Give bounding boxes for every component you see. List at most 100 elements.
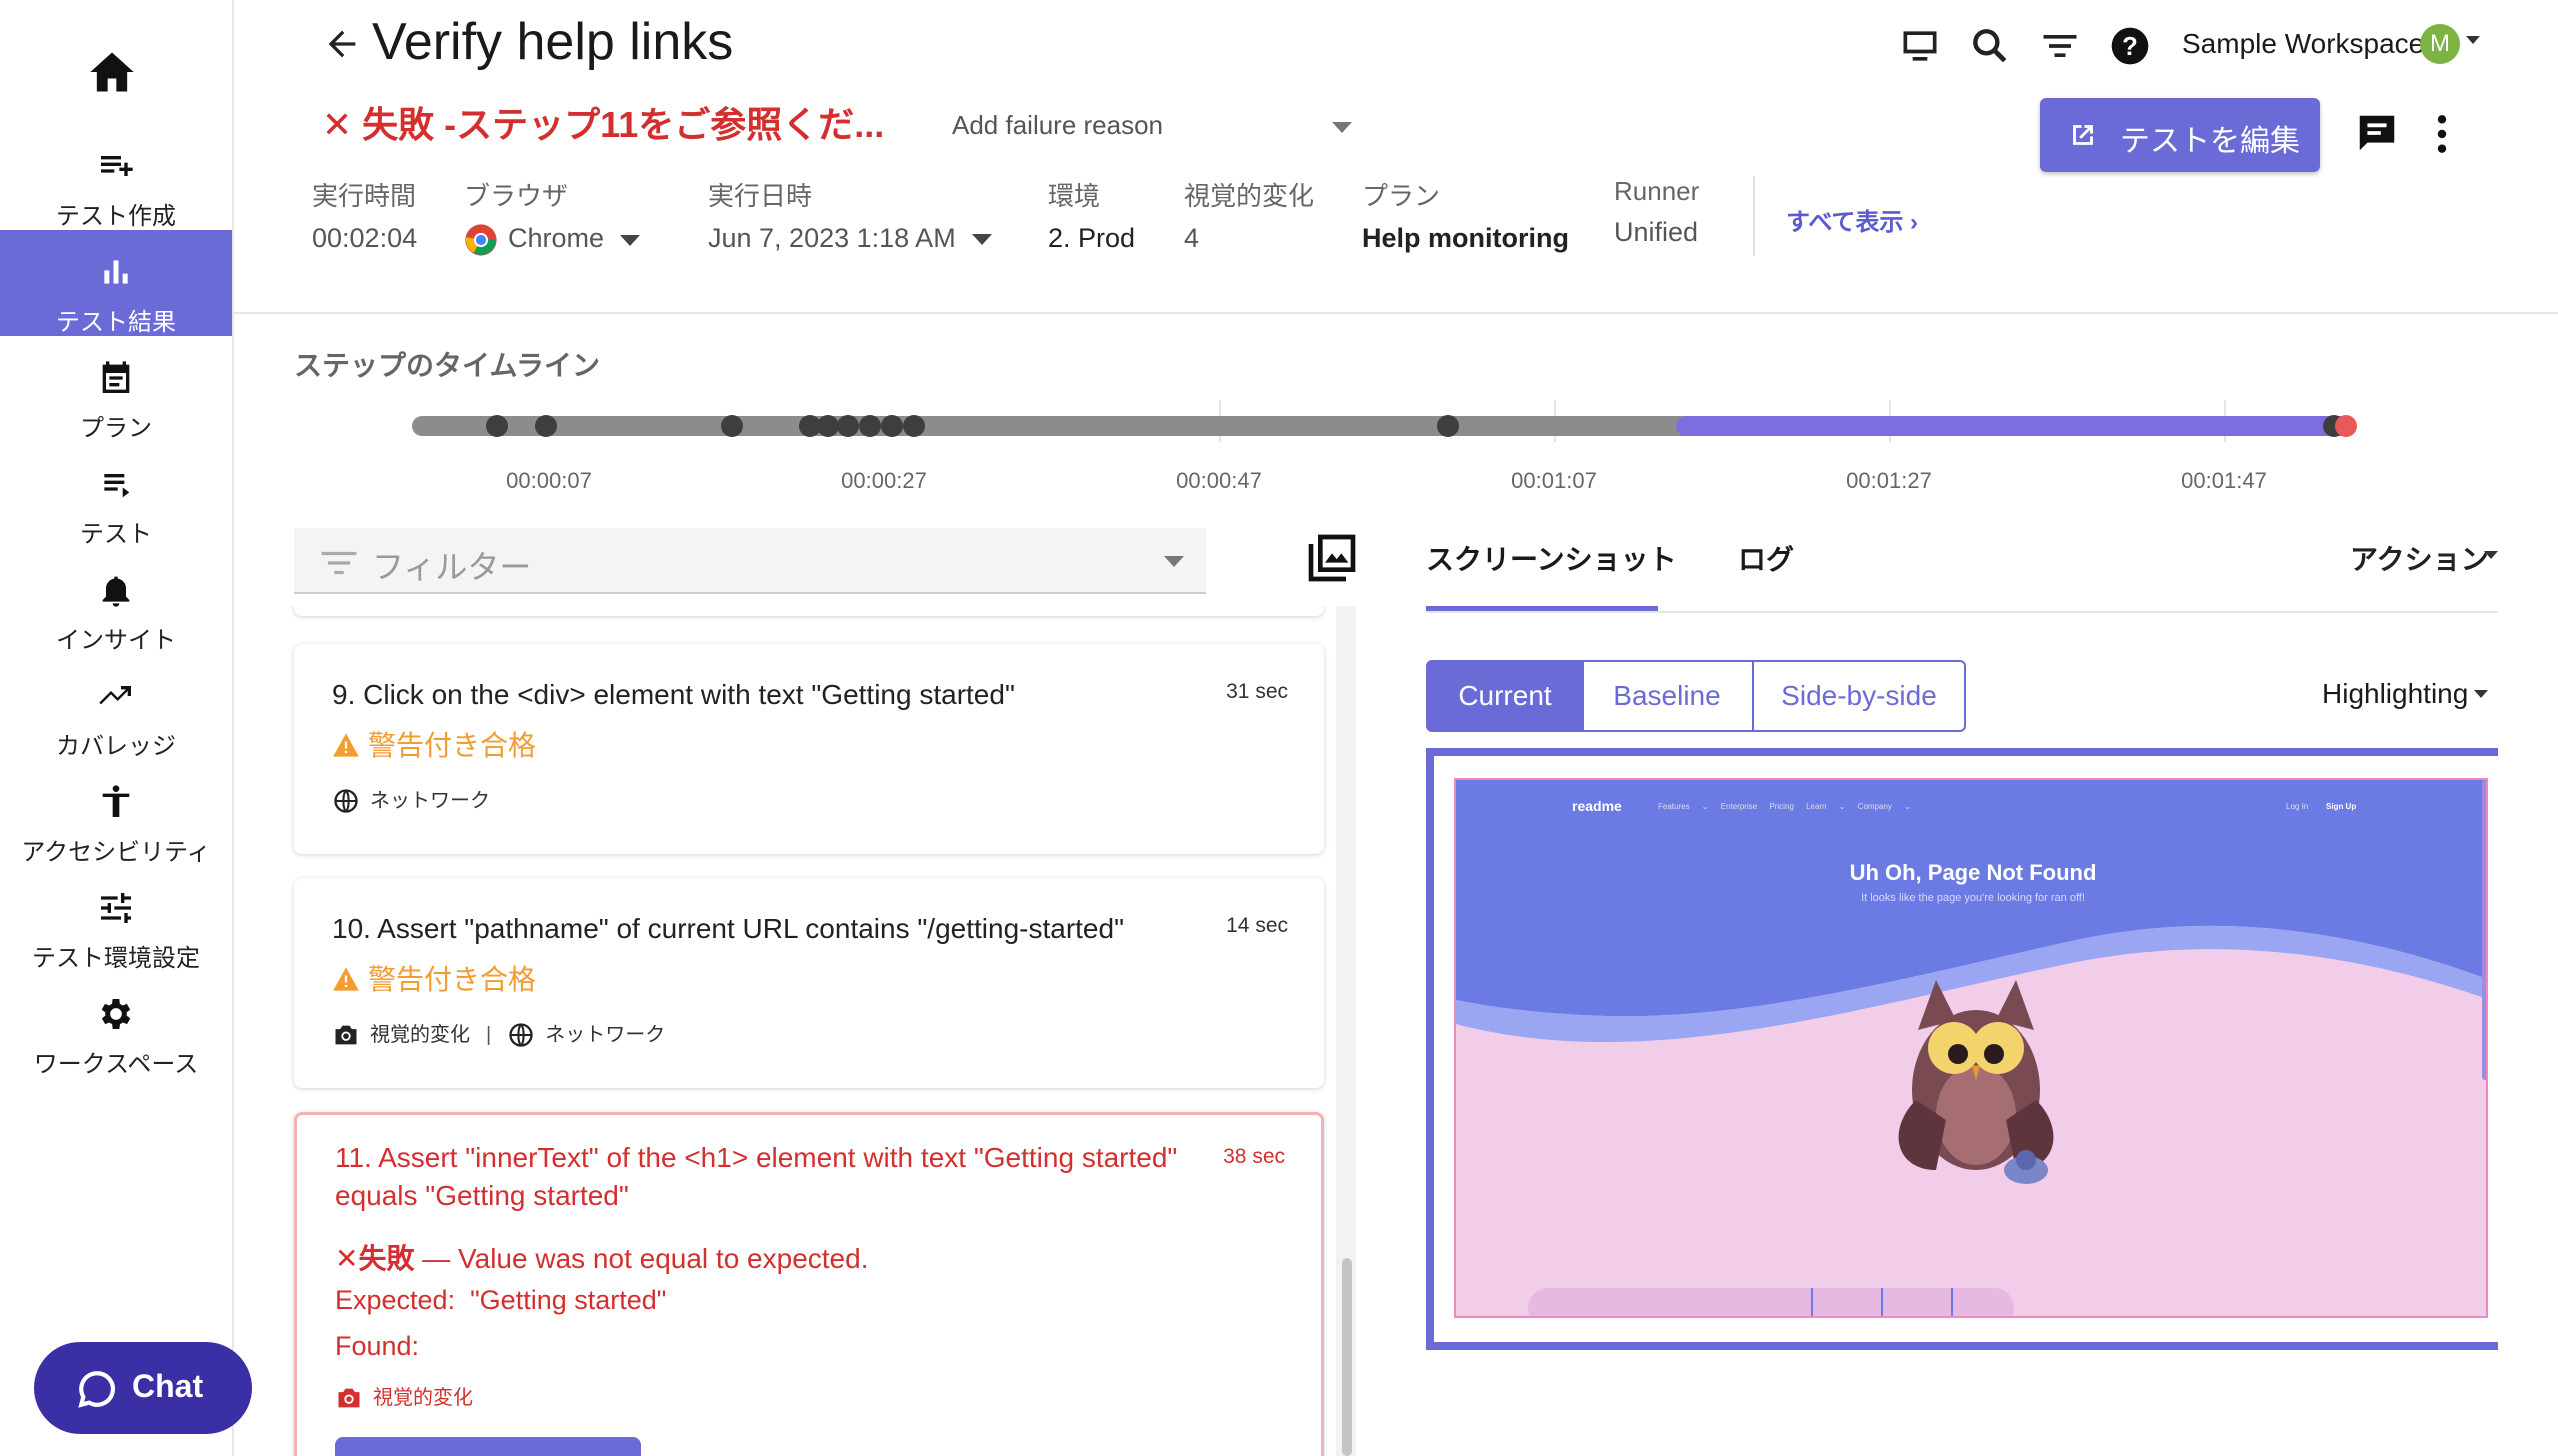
step-action-button[interactable] xyxy=(335,1437,641,1456)
globe-icon xyxy=(509,1023,533,1047)
sidebar-item-test-env[interactable]: テスト環境設定 xyxy=(0,866,232,972)
timeline-step-marker xyxy=(903,415,925,437)
scrollbar-thumb[interactable] xyxy=(1342,1258,1352,1456)
comment-icon[interactable] xyxy=(2354,110,2400,156)
monitor-icon[interactable] xyxy=(1898,24,1942,68)
expected-label: Expected: xyxy=(335,1285,456,1315)
divider xyxy=(234,312,2558,314)
action-menu[interactable]: アクション xyxy=(2350,538,2489,578)
workspace-caret-icon[interactable] xyxy=(2466,36,2480,44)
chat-label: Chat xyxy=(132,1368,204,1404)
accessibility-icon xyxy=(94,782,138,822)
meta-plan[interactable]: プラン Help monitoring xyxy=(1362,176,1569,254)
step-duration: 14 sec xyxy=(1226,914,1288,937)
filter-select[interactable]: フィルター xyxy=(294,528,1206,594)
sliders-icon xyxy=(94,888,138,928)
workspace-name[interactable]: Sample Workspace xyxy=(2182,28,2424,60)
screenshot-nav: Features ⌄ Enterprise Pricing Learn ⌄ Co… xyxy=(1658,802,1911,811)
run-date-select[interactable]: Jun 7, 2023 1:18 AM xyxy=(708,223,992,254)
status-text: 失敗 -ステップ11をご参照くだ... xyxy=(362,104,885,145)
segment-current[interactable]: Current xyxy=(1426,660,1584,732)
screenshot-login: Log In xyxy=(2286,802,2309,811)
meta-label: 実行日時 xyxy=(708,181,813,211)
timeline-step-marker xyxy=(486,415,508,437)
back-arrow-icon[interactable] xyxy=(322,24,362,64)
tab-screenshot[interactable]: スクリーンショット xyxy=(1426,538,1677,578)
timeline-progress xyxy=(1676,416,2356,436)
sidebar-item-label: ワークスペース xyxy=(33,1051,199,1078)
screenshot-image[interactable]: readme Features ⌄ Enterprise Pricing Lea… xyxy=(1454,778,2488,1318)
timeline-tick: 00:00:27 xyxy=(841,468,927,493)
fail-message: — Value was not equal to expected. xyxy=(414,1243,869,1274)
edit-test-button[interactable]: テストを編集 xyxy=(2040,98,2320,172)
segment-side-by-side[interactable]: Side-by-side xyxy=(1752,660,1966,732)
step-status-text: 警告付き合格 xyxy=(368,964,537,995)
timeline-tick: 00:00:47 xyxy=(1176,468,1262,493)
tag-visual: 視覚的変化 xyxy=(373,1387,473,1409)
divider xyxy=(1753,176,1755,256)
chrome-icon xyxy=(464,223,498,257)
sidebar-item-test-results[interactable]: テスト結果 xyxy=(0,230,232,336)
tab-log[interactable]: ログ xyxy=(1738,538,1794,578)
step-tags: ネットワーク xyxy=(332,784,490,815)
chevron-down-icon[interactable] xyxy=(1332,122,1352,133)
filter-icon[interactable] xyxy=(2038,24,2082,68)
more-vert-icon[interactable] xyxy=(2432,112,2452,156)
list-icon xyxy=(94,464,138,504)
warning-icon xyxy=(333,733,359,757)
sidebar-item-tests[interactable]: テスト xyxy=(0,442,232,548)
timeline-step-marker xyxy=(837,415,859,437)
timeline-step-marker xyxy=(535,415,557,437)
browser-select[interactable]: Chrome xyxy=(464,223,641,257)
failure-reason-select[interactable]: Add failure reason xyxy=(952,110,1163,141)
sidebar-item-insights[interactable]: インサイト xyxy=(0,548,232,654)
sidebar-item-workspace[interactable]: ワークスペース xyxy=(0,972,232,1078)
help-icon[interactable]: ? xyxy=(2108,24,2152,68)
search-icon[interactable] xyxy=(1968,24,2012,68)
home-icon[interactable] xyxy=(84,46,140,98)
step-card[interactable]: 10. Assert "pathname" of current URL con… xyxy=(294,878,1324,1088)
highlighting-select[interactable]: Highlighting xyxy=(2322,678,2468,710)
sidebar-item-create-test[interactable]: テスト作成 xyxy=(0,124,232,230)
timeline-step-marker-failed xyxy=(2335,415,2357,437)
sidebar-item-label: テスト環境設定 xyxy=(32,945,200,972)
step-title: 10. Assert "pathname" of current URL con… xyxy=(332,913,1125,944)
step-title: 9. Click on the <div> element with text … xyxy=(332,679,1015,710)
timeline-tick: 00:00:07 xyxy=(506,468,592,493)
step-card[interactable] xyxy=(294,606,1324,616)
playlist-add-icon xyxy=(94,146,138,186)
meta-visual: 視覚的変化 4 xyxy=(1184,176,1314,254)
close-icon: ✕ xyxy=(335,1243,359,1274)
filter-placeholder: フィルター xyxy=(372,549,532,585)
meta-value: 2. Prod xyxy=(1048,223,1136,253)
sidebar-item-plans[interactable]: プラン xyxy=(0,336,232,442)
sidebar-item-label: アクセシビリティ xyxy=(21,839,211,866)
photo-library-icon[interactable] xyxy=(1304,530,1360,586)
sidebar-item-label: インサイト xyxy=(56,627,176,654)
chevron-down-icon[interactable] xyxy=(2484,551,2498,559)
chat-button[interactable]: Chat xyxy=(34,1342,252,1434)
sidebar-item-coverage[interactable]: カバレッジ xyxy=(0,654,232,760)
chevron-down-icon[interactable] xyxy=(2474,690,2488,698)
avatar[interactable]: M xyxy=(2420,24,2460,64)
bell-icon xyxy=(94,570,138,610)
expected-row: Expected: "Getting started" xyxy=(335,1285,666,1316)
meta-label: 実行時間 xyxy=(312,181,417,211)
timeline-step-marker xyxy=(721,415,743,437)
close-icon: ✕ xyxy=(322,104,363,145)
meta-run-date[interactable]: 実行日時 Jun 7, 2023 1:18 AM xyxy=(708,176,992,254)
steps-list[interactable]: 9. Click on the <div> element with text … xyxy=(290,606,1330,1456)
step-timeline[interactable]: 00:00:07 00:00:27 00:00:47 00:01:07 00:0… xyxy=(400,400,2380,500)
bar-chart-icon xyxy=(94,252,138,292)
plan-link[interactable]: Help monitoring xyxy=(1362,223,1569,254)
meta-browser[interactable]: ブラウザ Chrome xyxy=(464,176,641,257)
sidebar-item-accessibility[interactable]: アクセシビリティ xyxy=(0,760,232,866)
segment-baseline[interactable]: Baseline xyxy=(1582,660,1754,732)
open-in-new-icon xyxy=(2066,118,2100,152)
tag-network: ネットワーク xyxy=(545,1024,666,1046)
show-all-link[interactable]: すべて表示 › xyxy=(1786,202,1918,237)
step-card-failed[interactable]: 11. Assert "innerText" of the <h1> eleme… xyxy=(294,1112,1324,1456)
step-title: 11. Assert "innerText" of the <h1> eleme… xyxy=(335,1142,1178,1211)
expected-value: "Getting started" xyxy=(470,1285,667,1315)
step-card[interactable]: 9. Click on the <div> element with text … xyxy=(294,644,1324,854)
